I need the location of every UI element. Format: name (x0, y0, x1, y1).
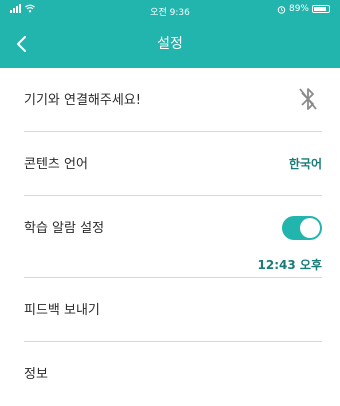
page-title: 설정 (157, 36, 183, 52)
status-right: 89% (277, 4, 330, 14)
study-alarm-label: 학습 알람 설정 (24, 221, 105, 236)
settings-list: 기기와 연결해주세요! 콘텐츠 언어 한국어 학습 알람 설정 12:43 오후… (0, 68, 340, 406)
send-feedback-label: 피드백 보내기 (24, 303, 100, 318)
content-language-value: 한국어 (288, 157, 322, 171)
content-language-label: 콘텐츠 언어 (24, 157, 88, 172)
status-bar: 오전 9:36 89% (0, 0, 340, 20)
content-language-row[interactable]: 콘텐츠 언어 한국어 (24, 132, 322, 196)
alarm-time-value[interactable]: 12:43 오후 (258, 256, 322, 273)
send-feedback-row[interactable]: 피드백 보내기 (24, 278, 322, 342)
bluetooth-disconnected-icon (299, 88, 317, 110)
alarm-clock-icon (277, 5, 286, 14)
info-row[interactable]: 정보 (24, 342, 322, 406)
navigation-bar: 설정 (0, 20, 340, 68)
info-label: 정보 (24, 367, 48, 382)
device-connect-label: 기기와 연결해주세요! (24, 93, 141, 108)
study-alarm-toggle[interactable] (282, 216, 322, 240)
battery-fill (314, 7, 326, 11)
toggle-knob (300, 218, 320, 238)
device-connect-row[interactable]: 기기와 연결해주세요! (24, 68, 322, 132)
battery-percent: 89% (288, 4, 309, 14)
study-alarm-row: 학습 알람 설정 12:43 오후 (24, 196, 322, 278)
battery-icon (312, 5, 330, 13)
